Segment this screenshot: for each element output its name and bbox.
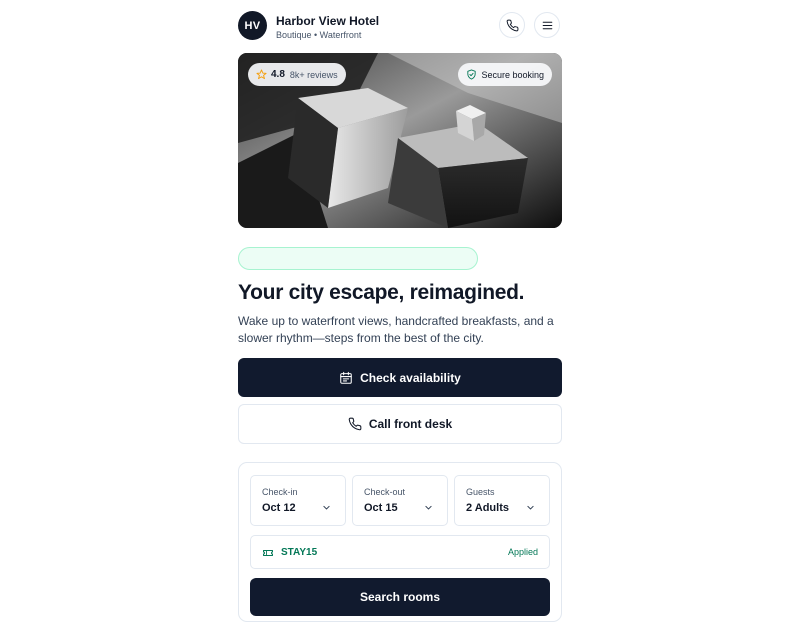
star-icon [256, 69, 267, 80]
call-front-desk-label: Call front desk [368, 417, 453, 431]
check-in-value: Oct 12 [262, 502, 296, 514]
shield-check-icon [467, 69, 477, 80]
check-in-label: Check-in [262, 487, 298, 497]
calendar-icon [340, 371, 352, 384]
check-out-select[interactable]: Check-out Oct 15 [352, 475, 448, 526]
check-availability-button[interactable]: Check availability [238, 358, 562, 397]
ticket-icon [263, 550, 273, 556]
check-in-select[interactable]: Check-in Oct 12 [250, 475, 346, 526]
hotel-tagline: Boutique • Waterfront [276, 30, 362, 40]
hotel-name: Harbor View Hotel [276, 14, 380, 28]
phone-icon [348, 417, 362, 431]
page-description: Wake up to waterfront views, handcrafted… [238, 314, 554, 345]
landing-page: HV Harbor View Hotel Boutique • Waterfro… [238, 0, 562, 622]
header: HV Harbor View Hotel Boutique • Waterfro… [238, 11, 562, 41]
guests-select[interactable]: Guests 2 Adults [454, 475, 550, 526]
secure-booking-badge: Secure booking [458, 63, 552, 86]
chevron-down-icon [527, 505, 534, 510]
menu-icon [542, 21, 552, 29]
menu-button[interactable] [534, 12, 560, 38]
guests-value: 2 Adults [466, 502, 509, 514]
check-out-label: Check-out [364, 487, 406, 497]
call-front-desk-button[interactable]: Call front desk [238, 404, 562, 444]
promo-status: Applied [507, 547, 538, 557]
avatar[interactable]: HV [238, 11, 267, 40]
check-out-value: Oct 15 [364, 502, 398, 514]
rating-badge[interactable]: 4.8 8k+ reviews [248, 63, 346, 86]
page-title: Your city escape, reimagined. [238, 281, 525, 304]
search-rooms-button[interactable]: Search rooms [250, 578, 550, 616]
promo-code-field[interactable]: STAY15 Applied [250, 535, 550, 569]
check-availability-label: Check availability [360, 370, 461, 385]
booking-card: Check-in Oct 12 Check-out Oct 15 Guests … [238, 462, 562, 622]
secure-booking-label: Secure booking [481, 69, 544, 80]
phone-icon [506, 19, 518, 31]
call-button[interactable] [499, 12, 525, 38]
guests-label: Guests [466, 487, 495, 497]
rating-value: 4.8 [271, 69, 285, 80]
chevron-down-icon [323, 505, 330, 510]
promo-banner [238, 247, 478, 270]
hero-image: 4.8 8k+ reviews Secure booking [238, 53, 562, 228]
promo-code-value: STAY15 [281, 547, 318, 558]
reviews-count: 8k+ reviews [289, 69, 338, 80]
chevron-down-icon [425, 505, 432, 510]
